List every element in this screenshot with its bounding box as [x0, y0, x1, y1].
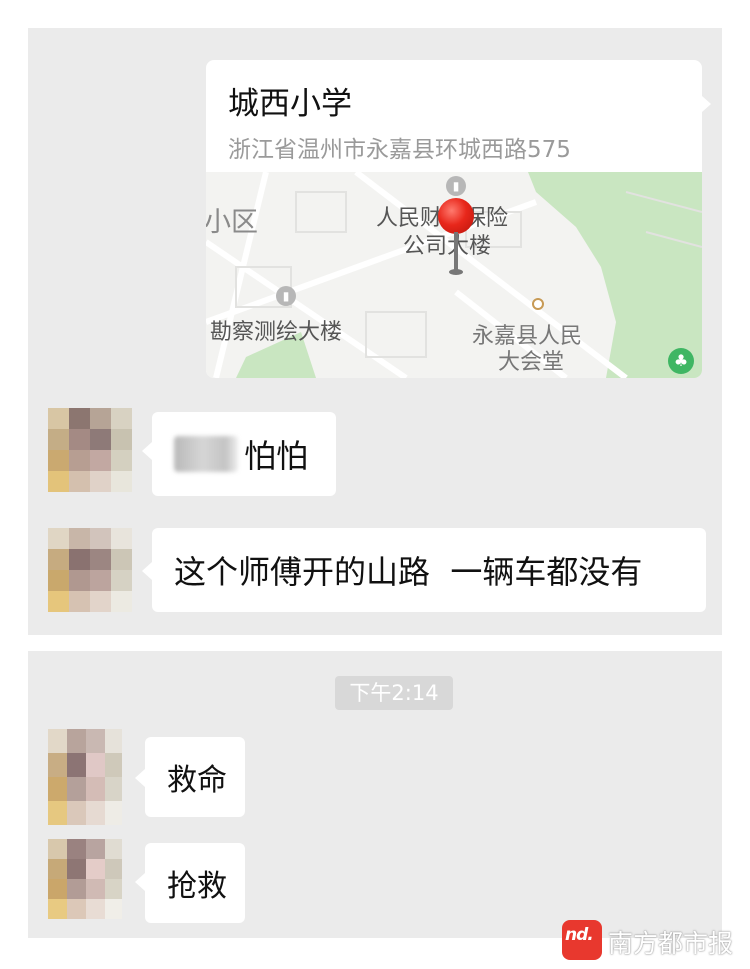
message-text: 抢救: [167, 869, 227, 904]
location-address: 浙江省温州市永嘉县环城西路575: [228, 137, 571, 163]
nandu-logo-icon: nd.: [562, 920, 602, 960]
park-tree-icon: ♣: [668, 348, 694, 374]
message-text: 救命: [167, 763, 227, 798]
watermark-text: 南方都市报: [608, 929, 734, 958]
logo-text: nd.: [565, 925, 594, 945]
message-text: 怕怕: [244, 437, 309, 475]
location-map[interactable]: 小区 ▮ 人民财产保险 公司大楼 ▮ 勘察测绘大楼 永嘉县人民 大会堂 ♣: [206, 172, 702, 378]
avatar[interactable]: [48, 729, 122, 825]
message-bubble[interactable]: 这个师傅开的山路 一辆车都没有: [152, 528, 706, 612]
map-label-hall-2: 大会堂: [498, 350, 565, 375]
avatar[interactable]: [48, 528, 132, 614]
building-icon: ▮: [276, 286, 296, 306]
chat-panel-bottom: 下午2:14 救命 抢救: [28, 651, 722, 938]
bubble-tail: [142, 442, 152, 460]
message-text: 这个师傅开的山路 一辆车都没有: [174, 553, 643, 591]
bubble-tail: [702, 96, 711, 112]
poi-dot-icon: [532, 298, 544, 310]
location-pin-icon: [438, 198, 474, 234]
avatar[interactable]: [48, 839, 122, 919]
chat-panel-top: 城西小学 浙江省温州市永嘉县环城西路575 小区 ▮ 公司大楼 ▮ 勘察测绘大楼…: [28, 28, 722, 635]
building-icon: ▮: [446, 176, 466, 196]
blurred-name: [174, 436, 238, 472]
message-bubble[interactable]: 救命: [145, 737, 245, 817]
bubble-tail: [135, 873, 145, 891]
map-label-xiaoqu: 小区: [206, 207, 258, 238]
location-pin-stick: [454, 232, 458, 272]
location-title: 城西小学: [228, 86, 352, 122]
message-bubble[interactable]: 抢救: [145, 843, 245, 923]
location-message-card[interactable]: 城西小学 浙江省温州市永嘉县环城西路575 小区 ▮ 公司大楼 ▮ 勘察测绘大楼…: [206, 60, 702, 378]
bubble-tail: [142, 562, 152, 580]
avatar[interactable]: [48, 408, 132, 494]
map-label-hall: 永嘉县人民: [472, 324, 583, 349]
message-bubble[interactable]: 怕怕: [152, 412, 336, 496]
location-pin-base: [449, 269, 463, 275]
bubble-tail: [135, 769, 145, 787]
timestamp-badge: 下午2:14: [335, 676, 453, 710]
map-label-building: 公司大楼: [403, 234, 492, 259]
map-label-survey: 勘察测绘大楼: [210, 320, 343, 345]
